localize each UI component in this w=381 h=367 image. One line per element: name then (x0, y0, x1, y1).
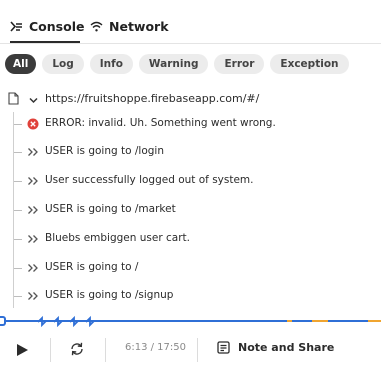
tree-connector (14, 239, 22, 240)
playback-time: 6:13 / 17:50 (125, 342, 187, 353)
document-icon (8, 92, 19, 108)
tree-connector (14, 268, 22, 269)
filter-exception[interactable]: Exception (270, 54, 349, 74)
note-and-share-label: Note and Share (238, 341, 335, 354)
log-text: USER is going to /market (45, 203, 176, 215)
tree-connector (14, 124, 22, 125)
log-filters: All Log Info Warning Error Exception (5, 54, 349, 74)
log-text: User successfully logged out of system. (45, 174, 254, 186)
tabs-divider (0, 43, 381, 44)
timeline-event-marker[interactable] (368, 320, 381, 322)
tab-network[interactable]: Network (90, 16, 169, 36)
log-entry[interactable]: USER is going to /market (0, 199, 381, 221)
note-icon (217, 341, 230, 354)
double-chevron-icon (27, 233, 39, 248)
double-chevron-icon (27, 290, 39, 305)
play-icon[interactable] (15, 342, 29, 361)
tree-connector (14, 210, 22, 211)
divider (50, 338, 51, 362)
log-entry[interactable]: USER is going to /signup (0, 285, 381, 307)
timeline-event-marker[interactable] (312, 320, 328, 322)
double-chevron-icon (27, 175, 39, 190)
panel-tabs: Console Network (0, 0, 381, 44)
player-controls: 6:13 / 17:50 Note and Share (0, 332, 381, 367)
error-circle-icon (27, 118, 39, 133)
chevron-down-icon[interactable] (29, 94, 38, 107)
divider (197, 338, 198, 362)
filter-info[interactable]: Info (89, 54, 133, 74)
tab-console-label: Console (29, 18, 85, 34)
log-text: ERROR: invalid. Uh. Something went wrong… (45, 117, 276, 129)
tree-connector (14, 296, 22, 297)
tab-console[interactable]: Console (10, 16, 84, 36)
filter-log[interactable]: Log (42, 54, 84, 74)
divider (105, 338, 106, 362)
note-and-share-button[interactable]: Note and Share (217, 341, 334, 354)
double-chevron-icon (27, 204, 39, 219)
timeline-event-marker[interactable] (287, 320, 292, 322)
log-text: USER is going to /signup (45, 289, 174, 301)
double-chevron-icon (27, 146, 39, 161)
log-entry[interactable]: USER is going to / (0, 257, 381, 279)
log-text: Bluebs embiggen user cart. (45, 232, 190, 244)
tree-connector (14, 181, 22, 182)
tree-connector (14, 152, 22, 153)
console-icon (10, 20, 23, 32)
filter-warning[interactable]: Warning (138, 54, 209, 74)
tab-network-label: Network (109, 18, 169, 34)
log-entry[interactable]: User successfully logged out of system. (0, 170, 381, 192)
log-text: USER is going to /login (45, 145, 165, 157)
filter-all[interactable]: All (5, 54, 37, 74)
filter-error[interactable]: Error (214, 54, 265, 74)
wifi-icon (90, 21, 103, 32)
timeline-start-handle[interactable] (0, 316, 6, 326)
replay-icon[interactable] (69, 341, 85, 361)
log-text: USER is going to / (45, 261, 139, 273)
double-chevron-icon (27, 262, 39, 277)
playback-timeline[interactable] (0, 314, 381, 327)
log-entry-error[interactable]: ERROR: invalid. Uh. Something went wrong… (0, 113, 381, 135)
log-entry[interactable]: USER is going to /login (0, 141, 381, 163)
page-url: https://fruitshoppe.firebaseapp.com/#/ (45, 92, 260, 105)
timeline-activity-markers (37, 315, 95, 327)
log-entry[interactable]: Bluebs embiggen user cart. (0, 228, 381, 250)
page-url-row[interactable]: https://fruitshoppe.firebaseapp.com/#/ (0, 88, 381, 110)
